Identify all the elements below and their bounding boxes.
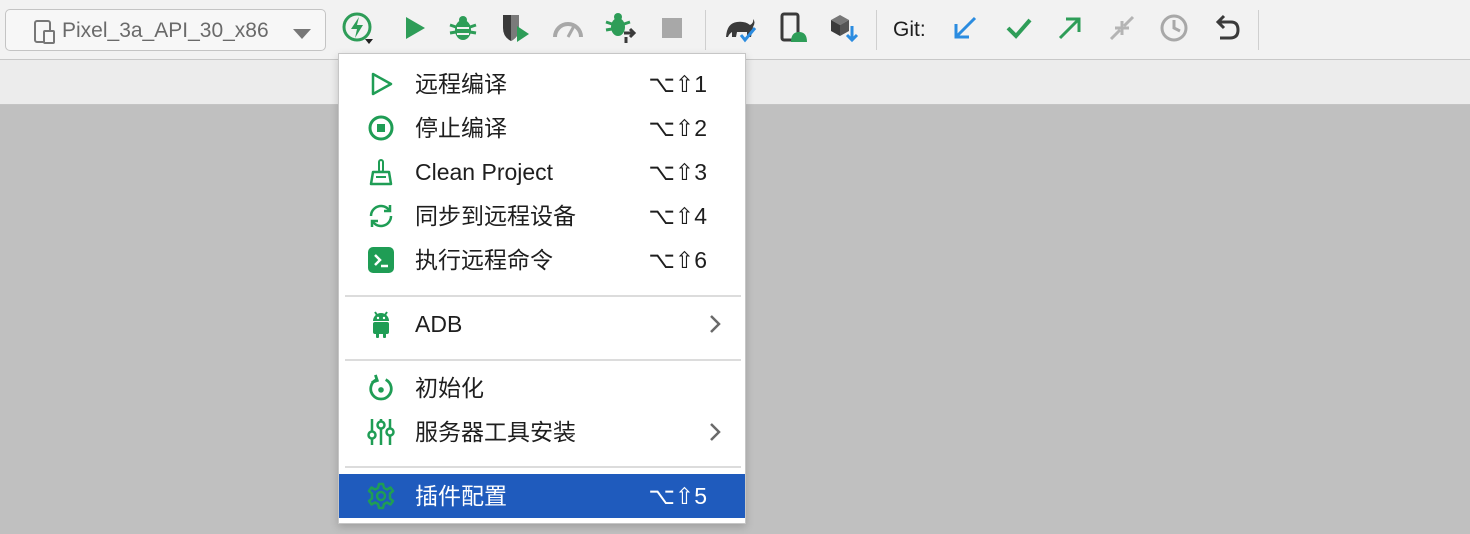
menu-item-sync-remote-device[interactable]: 同步到远程设备 ⌥⇧4 [339,194,745,238]
remote-build-dropdown-menu: 远程编译 ⌥⇧1 停止编译 ⌥⇧2 Clean Project ⌥⇧3 同步到远… [338,53,746,524]
menu-item-shortcut: ⌥⇧3 [648,159,707,185]
menu-item-shortcut: ⌥⇧6 [648,247,707,273]
git-update-button[interactable] [948,13,982,47]
menu-item-adb[interactable]: ADB [339,302,745,346]
menu-separator [345,466,741,468]
stop-button[interactable] [655,13,689,47]
sync-icon [367,202,395,230]
menu-item-label: 初始化 [415,375,484,401]
menu-item-label: Clean Project [415,159,554,185]
menu-item-shortcut: ⌥⇧1 [648,71,707,97]
attach-debugger-button[interactable] [604,11,638,50]
git-history-icon [1159,13,1189,48]
chevron-down-icon [293,26,311,44]
toolbar-separator [705,10,706,50]
menu-item-run-remote-command[interactable]: 执行远程命令 ⌥⇧6 [339,238,745,282]
device-selector[interactable]: Pixel_3a_API_30_x86 [5,9,326,51]
git-label: Git: [893,18,926,41]
git-commit-icon [1005,16,1033,45]
debug-button[interactable] [446,13,480,47]
run-with-coverage-button[interactable] [498,13,532,47]
menu-item-label: 插件配置 [415,483,507,509]
run-with-coverage-icon [499,12,531,49]
sliders-icon [367,418,395,446]
android-icon [367,310,395,338]
toolbar-separator [1258,10,1259,50]
terminal-icon [367,246,395,274]
profile-icon [552,15,584,46]
gear-icon [367,482,395,510]
menu-item-label: 同步到远程设备 [415,203,576,229]
chevron-right-icon [709,314,721,339]
gradle-sync-icon [723,13,757,48]
play-outline-icon [367,70,395,98]
menu-item-shortcut: ⌥⇧5 [648,483,707,509]
toolbar-separator [876,10,877,50]
git-push-button[interactable] [1053,13,1087,47]
git-push-icon [1057,15,1083,46]
git-rollback-button[interactable] [1209,13,1243,47]
broom-icon [367,158,395,186]
remote-build-icon [341,11,375,50]
menu-item-label: ADB [415,311,463,337]
menu-item-initialize[interactable]: 初始化 [339,366,745,410]
menu-item-label: 服务器工具安装 [415,419,576,445]
chevron-right-icon [709,422,721,447]
device-manager-icon [776,12,808,49]
menu-item-label: 执行远程命令 [415,247,553,273]
menu-item-plugin-settings[interactable]: 插件配置 ⌥⇧5 [339,474,745,518]
profile-button[interactable] [551,13,585,47]
remote-build-button[interactable] [341,11,375,50]
menu-separator [345,295,741,297]
stop-icon [661,17,683,44]
device-manager-button[interactable] [775,12,809,49]
menu-item-shortcut: ⌥⇧4 [648,203,707,229]
menu-item-label: 远程编译 [415,71,507,97]
attach-debugger-icon [604,11,638,50]
refresh-icon [367,374,395,402]
sdk-manager-button[interactable] [826,13,860,47]
menu-item-clean-project[interactable]: Clean Project ⌥⇧3 [339,150,745,194]
menu-item-server-tools-install[interactable]: 服务器工具安装 [339,410,745,454]
git-merge-button[interactable] [1105,13,1139,47]
menu-item-remote-build[interactable]: 远程编译 ⌥⇧1 [339,62,745,106]
git-commit-button[interactable] [1002,13,1036,47]
menu-separator [345,359,741,361]
main-toolbar: Pixel_3a_API_30_x86 Git: [0,0,1470,60]
menu-item-stop-build[interactable]: 停止编译 ⌥⇧2 [339,106,745,150]
device-name: Pixel_3a_API_30_x86 [62,19,269,42]
menu-item-shortcut: ⌥⇧2 [648,115,707,141]
git-update-icon [952,15,978,46]
gradle-sync-button[interactable] [723,13,757,47]
git-history-button[interactable] [1157,13,1191,47]
stop-circle-icon [367,114,395,142]
debug-icon [448,13,478,48]
git-rollback-icon [1211,14,1241,47]
menu-item-label: 停止编译 [415,115,507,141]
device-icon [32,19,56,50]
run-button[interactable] [397,13,431,47]
sdk-manager-icon [827,12,859,49]
run-icon [401,15,427,46]
git-merge-icon [1108,14,1136,47]
